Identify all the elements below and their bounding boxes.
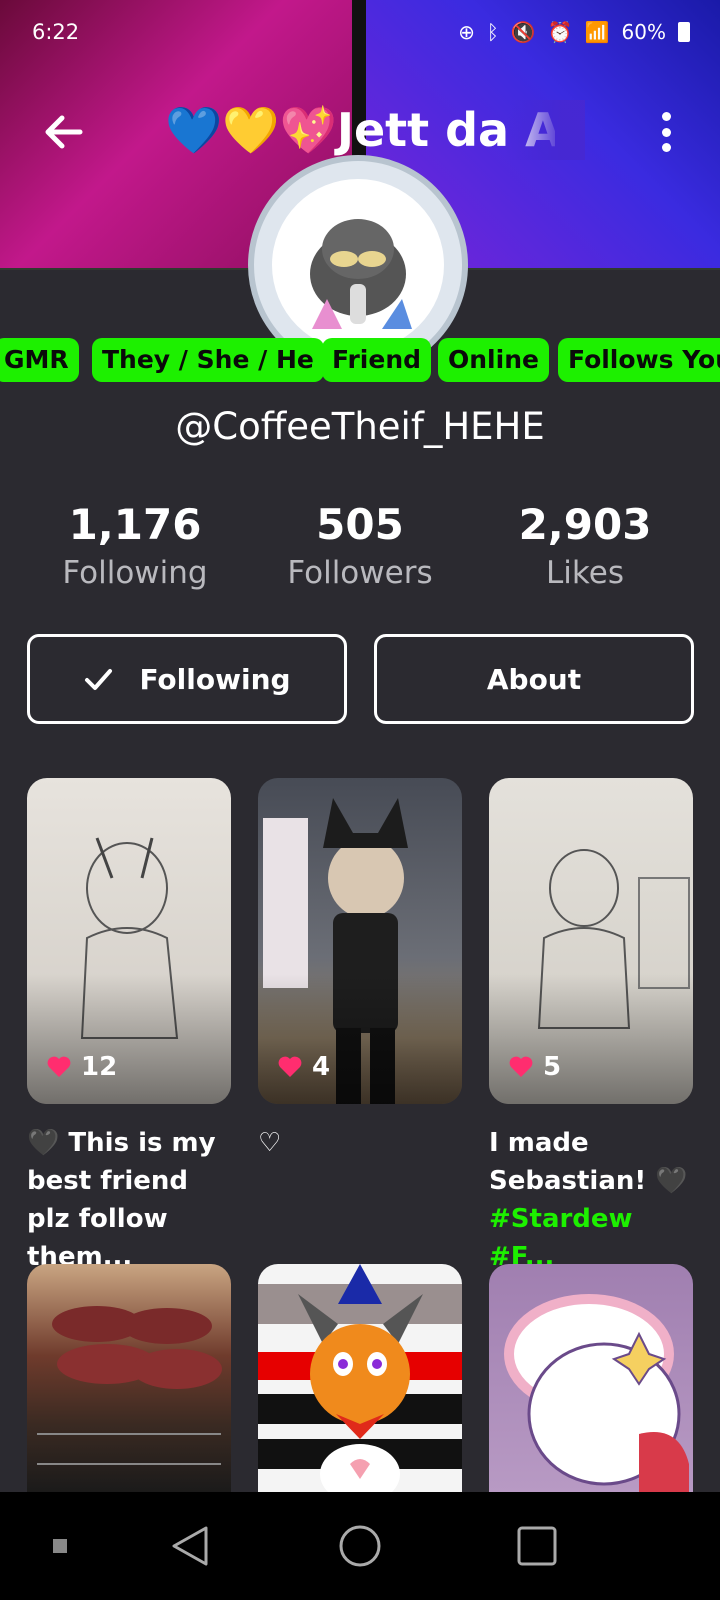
mute-icon: 🔇 [510, 20, 536, 44]
triangle-back-icon [172, 1526, 208, 1566]
square-dot-icon [53, 1539, 67, 1553]
nav-home-button[interactable] [320, 1492, 400, 1600]
wifi-icon: 📶 [584, 20, 610, 44]
data-saver-icon: ⊕ [458, 20, 475, 44]
back-button[interactable] [40, 108, 88, 156]
post-card[interactable]: 12 [27, 778, 231, 1104]
post-likes: 5 [509, 1052, 561, 1082]
more-dot [661, 127, 671, 137]
nav-recents-button[interactable] [497, 1492, 577, 1600]
post-card[interactable]: 5 [489, 778, 693, 1104]
heart-icon [509, 1056, 533, 1077]
stat-label: Likes [546, 555, 624, 591]
post-likes: 4 [278, 1052, 330, 1082]
stat-likes[interactable]: 2,903 Likes [465, 500, 705, 591]
stat-value: 2,903 [518, 500, 652, 549]
post-likes: 12 [47, 1052, 117, 1082]
stat-followers[interactable]: 505 Followers [240, 500, 480, 591]
checkmark-icon [85, 669, 113, 690]
more-vert-icon [661, 112, 671, 121]
post-likes-count: 5 [543, 1052, 562, 1082]
tag-follows-you[interactable]: Follows You [558, 338, 720, 382]
battery-level: 60% [621, 20, 666, 44]
status-icons: ⊕ ᛒ 🔇 ⏰ 📶 60% [458, 20, 690, 44]
status-bar: 6:22 ⊕ ᛒ 🔇 ⏰ 📶 60% [0, 0, 720, 68]
card-shade [489, 974, 693, 1104]
tag-friend[interactable]: Friend [322, 338, 432, 382]
post-caption[interactable]: ♡ [258, 1124, 468, 1162]
stat-value: 505 [316, 500, 404, 549]
card-shade [27, 974, 231, 1104]
nav-back-button[interactable] [150, 1492, 230, 1600]
alarm-icon: ⏰ [547, 20, 573, 44]
square-recents-icon [517, 1526, 557, 1566]
post-caption-text: I made Sebastian! 🖤 [489, 1128, 688, 1196]
post-caption[interactable]: 🖤 This is my best friend plz follow them… [27, 1124, 237, 1276]
profile-handle: @CoffeeTheif_HEHE [175, 405, 545, 448]
stat-label: Followers [287, 555, 433, 591]
system-navigation-bar [0, 1492, 720, 1600]
post-card[interactable] [258, 1264, 462, 1494]
cute-character-icon [504, 1294, 689, 1494]
bluetooth-icon: ᛒ [486, 20, 499, 44]
arrow-left-icon [45, 115, 83, 149]
post-hashtags[interactable]: #Stardew #F... [489, 1204, 633, 1272]
more-dot [661, 143, 671, 152]
avatar-image [272, 179, 444, 351]
fox-character-icon [258, 1264, 462, 1494]
status-time: 6:22 [32, 20, 80, 44]
card-shade [258, 974, 462, 1104]
post-caption[interactable]: I made Sebastian! 🖤 #Stardew #F... [489, 1124, 699, 1276]
profile-tags: GMR They / She / He Friend Online Follow… [0, 338, 720, 382]
more-options-button[interactable] [650, 108, 682, 156]
tag-gmr[interactable]: GMR [0, 338, 79, 382]
post-card[interactable]: 4 [258, 778, 462, 1104]
heart-icon [47, 1056, 71, 1077]
tag-pronouns[interactable]: They / She / He [92, 338, 324, 382]
post-card[interactable] [489, 1264, 693, 1494]
battery-icon [678, 22, 690, 42]
following-button[interactable]: Following [27, 634, 347, 724]
heart-icon [278, 1056, 302, 1077]
post-likes-count: 12 [81, 1052, 118, 1082]
stat-label: Following [62, 555, 208, 591]
stat-following[interactable]: 1,176 Following [15, 500, 255, 591]
profile-title: 💙💛💖Jett da A [165, 103, 555, 157]
tag-online[interactable]: Online [438, 338, 549, 382]
circle-home-icon [339, 1525, 381, 1567]
title-fade [505, 100, 585, 160]
following-button-label: Following [139, 662, 291, 696]
post-card[interactable] [27, 1264, 231, 1494]
nav-dot-button[interactable] [40, 1492, 80, 1600]
stat-value: 1,176 [68, 500, 202, 549]
food-photo-icon [37, 1306, 222, 1465]
post-likes-count: 4 [312, 1052, 331, 1082]
about-button[interactable]: About [374, 634, 694, 724]
about-button-label: About [486, 662, 582, 696]
avatar-character-icon [310, 219, 412, 329]
